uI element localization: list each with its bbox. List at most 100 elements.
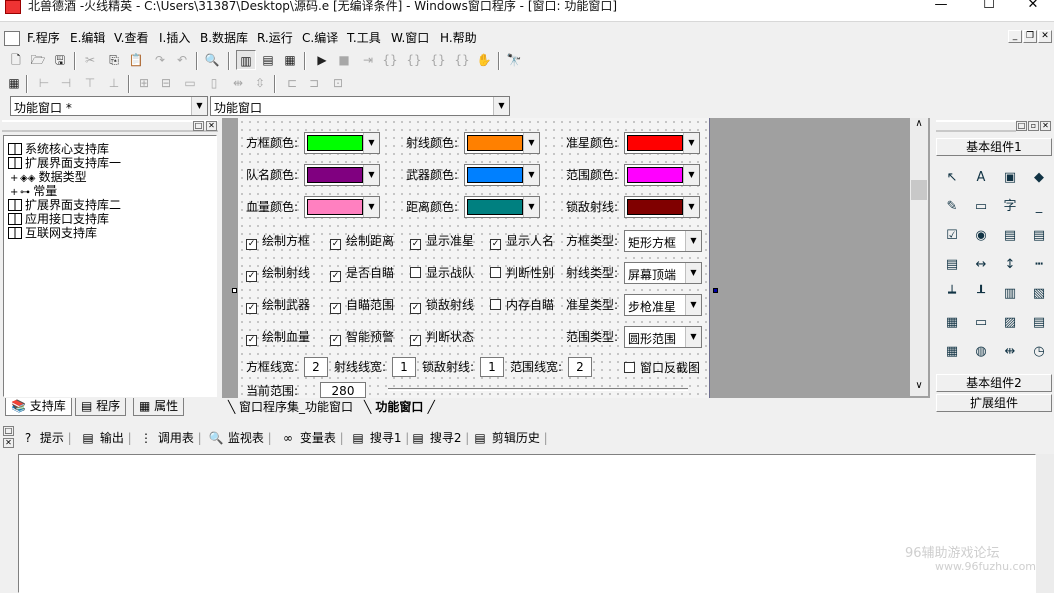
maximize-button[interactable]: ☐ [966, 0, 1012, 14]
left-panel-grip[interactable] [2, 120, 218, 132]
color-picker[interactable]: ▼ [624, 164, 700, 186]
tree-item[interactable]: 扩展界面支持库一 [8, 156, 121, 170]
scroll-v-icon[interactable]: ┸ [969, 282, 993, 306]
file-icon[interactable]: ▤ [1027, 311, 1051, 335]
chevron-down-icon[interactable]: ▼ [363, 133, 379, 153]
align-left-icon[interactable]: ⊢ [34, 73, 54, 93]
tab-search-2[interactable]: ▤ 搜寻2 | [410, 428, 469, 448]
menu-window[interactable]: W.窗口 [391, 29, 429, 47]
color-picker[interactable]: ▼ [304, 164, 380, 186]
form-designer[interactable]: 方框颜色: ▼ 射线颜色: ▼ 准星颜色: ▼ 队名颜色: ▼ 武器颜色: ▼ 范围颜色: ▼ 血量颜色… [238, 118, 710, 398]
checkbox[interactable]: ✓ 显示人名 [490, 234, 554, 250]
check-icon[interactable]: ✓ [330, 239, 341, 250]
checkbox[interactable]: ✓ 显示准星 [410, 234, 474, 250]
space-vertical-icon[interactable]: ⇳ [250, 73, 270, 93]
check-icon[interactable]: ✓ [330, 271, 341, 282]
tree-item[interactable]: 扩展界面支持库二 [8, 198, 121, 212]
binoculars-icon[interactable]: 🔭 [504, 50, 524, 70]
check-icon[interactable]: ✓ [490, 239, 501, 250]
menu-program[interactable]: F.程序 [27, 29, 60, 47]
panel-close-icon[interactable]: ✕ [3, 438, 14, 448]
center-both-icon[interactable]: ⊡ [328, 73, 348, 93]
line-width-input[interactable]: 2 [304, 357, 328, 377]
align-right-icon[interactable]: ⊣ [56, 73, 76, 93]
panel-maximize-icon[interactable]: ▫ [1028, 121, 1039, 131]
text-icon[interactable]: 字 [998, 195, 1022, 219]
shape-icon[interactable]: ◆ [1027, 166, 1051, 190]
grid-icon[interactable]: ▦ [940, 311, 964, 335]
menu-help[interactable]: H.帮助 [440, 29, 477, 47]
color-picker[interactable]: ▼ [304, 196, 380, 218]
groupbox-icon[interactable]: ▤ [998, 224, 1022, 248]
checkbox-icon[interactable]: ☑ [940, 224, 964, 248]
chevron-down-icon[interactable]: ▼ [685, 231, 701, 251]
menu-tools[interactable]: T.工具 [347, 29, 381, 47]
tab-program[interactable]: ▤ 程序 [75, 398, 127, 416]
line-width-input[interactable]: 1 [480, 357, 504, 377]
center-form-h-icon[interactable]: ⊏ [282, 73, 302, 93]
chevron-down-icon[interactable]: ▼ [523, 133, 539, 153]
color-picker[interactable]: ▼ [624, 196, 700, 218]
color-picker[interactable]: ▼ [464, 164, 540, 186]
color-picker[interactable]: ▼ [304, 132, 380, 154]
group-extension[interactable]: 扩展组件 [936, 394, 1052, 412]
panel-restore-icon[interactable]: □ [1016, 121, 1027, 131]
panel-restore-icon[interactable]: □ [193, 121, 204, 131]
type-select[interactable]: 圆形范围 ▼ [624, 326, 702, 348]
menu-edit[interactable]: E.编辑 [70, 29, 105, 47]
layout-left-icon[interactable]: ▥ [236, 50, 256, 70]
checkbox[interactable]: ✓ 智能预警 [330, 330, 394, 346]
check-icon[interactable]: ✓ [410, 239, 421, 250]
tree-item[interactable]: + ⊶ 常量 [10, 184, 57, 198]
chevron-down-icon[interactable]: ▼ [685, 263, 701, 283]
checkbox-box[interactable] [490, 267, 501, 278]
layout-right-icon[interactable]: ▦ [280, 50, 300, 70]
menu-insert[interactable]: I.插入 [159, 29, 190, 47]
checkbox-box[interactable] [490, 299, 501, 310]
checkbox[interactable]: ✓ 绘制射线 [246, 266, 310, 282]
run-icon[interactable]: ▶ [312, 50, 332, 70]
type-select[interactable]: 步枪准星 ▼ [624, 294, 702, 316]
minimize-button[interactable]: — [918, 0, 964, 14]
chevron-down-icon[interactable]: ▼ [363, 197, 379, 217]
check-icon[interactable]: ✓ [410, 303, 421, 314]
anti-screenshot-checkbox[interactable]: 窗口反截图 [624, 361, 700, 375]
group-basic-1[interactable]: 基本组件1 [936, 138, 1052, 156]
center-form-v-icon[interactable]: ⊐ [304, 73, 324, 93]
chevron-down-icon[interactable]: ▼ [683, 165, 699, 185]
mdi-minimize-button[interactable]: _ [1008, 30, 1022, 43]
tree-item[interactable]: 应用接口支持库 [8, 212, 109, 226]
same-height-icon[interactable]: ▯ [204, 73, 224, 93]
tab-watch[interactable]: 🔍 监视表 | [208, 428, 272, 448]
panel-close-icon[interactable]: ✕ [1040, 121, 1051, 131]
space-horizontal-icon[interactable]: ⇹ [228, 73, 248, 93]
center-vertical-icon[interactable]: ⊟ [156, 73, 176, 93]
checkbox[interactable]: 显示战队 [410, 266, 474, 280]
panel-close-icon[interactable]: ✕ [206, 121, 217, 131]
layout-bottom-icon[interactable]: ▤ [258, 50, 278, 70]
tab-call-stack[interactable]: ⋮ 调用表 | [138, 428, 202, 448]
tab-hint[interactable]: ? 提示 | [20, 428, 72, 448]
undo-icon[interactable]: ↶ [172, 50, 192, 70]
line-icon[interactable]: _ [1027, 195, 1051, 219]
slider-icon[interactable]: ↔ [969, 253, 993, 277]
align-top-icon[interactable]: ⊤ [80, 73, 100, 93]
color-picker[interactable]: ▼ [464, 132, 540, 154]
menu-database[interactable]: B.数据库 [200, 29, 248, 47]
line-width-input[interactable]: 2 [568, 357, 592, 377]
checkbox[interactable]: ✓ 判断状态 [410, 330, 474, 346]
paste-icon[interactable]: 📋 [126, 50, 146, 70]
checkbox[interactable]: ✓ 绘制距离 [330, 234, 394, 250]
chevron-down-icon[interactable]: ▼ [493, 97, 509, 115]
textbox-icon[interactable]: ▭ [969, 195, 993, 219]
color-picker[interactable]: ▼ [624, 132, 700, 154]
mdi-close-button[interactable]: ✕ [1038, 30, 1052, 43]
picture-icon[interactable]: ▣ [998, 166, 1022, 190]
table-icon[interactable]: ▦ [940, 340, 964, 364]
stop-icon[interactable]: ■ [334, 50, 354, 70]
listbox-icon[interactable]: ▤ [1027, 224, 1051, 248]
event-combo[interactable]: 功能窗口 ▼ [210, 96, 510, 116]
type-select[interactable]: 矩形方框 ▼ [624, 230, 702, 252]
step-return-icon[interactable]: {} [428, 50, 448, 70]
mdi-restore-button[interactable]: ❐ [1023, 30, 1037, 43]
